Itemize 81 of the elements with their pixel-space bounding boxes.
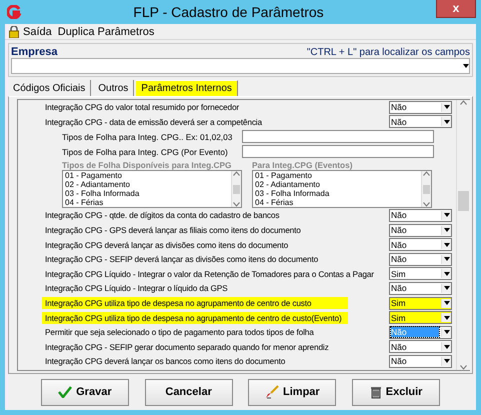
caret-down-icon xyxy=(444,316,450,320)
tab[interactable]: Códigos Oficiais xyxy=(8,80,92,96)
window-title: FLP - Cadastro de Parâmetros xyxy=(132,4,325,20)
setting-label: Permitir que seja selecionado o tipo de pagamento para todos tipos de folha xyxy=(44,326,315,338)
dropdown[interactable]: Não xyxy=(389,115,452,128)
caret-down-icon xyxy=(444,120,450,124)
field-label: Tipos de Folha para Integ. CPG (Por Evento) xyxy=(62,146,229,157)
menu-item[interactable]: Duplica Parâmetros xyxy=(58,26,154,38)
caret-down-icon xyxy=(444,359,450,364)
check-icon xyxy=(58,386,72,398)
action-button[interactable]: Cancelar xyxy=(144,378,233,406)
dropdown[interactable]: Não xyxy=(389,340,452,354)
search-hint: "CTRL + L" para localizar os campos xyxy=(306,46,470,58)
caret-down-icon xyxy=(444,228,450,232)
scroll-down-icon[interactable] xyxy=(233,202,240,208)
menu-item[interactable]: Saída xyxy=(9,26,52,38)
setting-label: Integração CPG - data de emissão deverá ser a competência xyxy=(44,116,264,128)
setting-label: Integração CPG Líquido - Integrar o líquido da GPS xyxy=(44,282,229,294)
caret-down-icon xyxy=(444,272,450,276)
app-logo-icon xyxy=(7,5,21,19)
close-button[interactable]: x xyxy=(436,0,476,18)
dropdown[interactable]: Não xyxy=(389,252,452,266)
caret-down-icon xyxy=(463,64,469,68)
list-item[interactable]: 01 - Pagamento xyxy=(65,171,231,180)
list-item[interactable]: 01 - Pagamento xyxy=(255,171,421,180)
lock-icon xyxy=(9,26,19,38)
dropdown[interactable]: Sim xyxy=(389,311,452,324)
setting-label: Integração CPG - SEFIP deverá lançar as divisões como itens do documento xyxy=(44,253,320,266)
scroll-down-icon[interactable] xyxy=(460,365,467,370)
dropdown[interactable]: Não xyxy=(389,238,452,252)
setting-label: Integração CPG do valor total resumido por fornecedor xyxy=(44,101,240,114)
action-button[interactable]: Limpar xyxy=(248,378,336,406)
dropdown[interactable]: Não xyxy=(389,208,452,222)
list-item[interactable]: 02 - Adiantamento xyxy=(65,180,231,190)
caret-down-icon xyxy=(444,257,450,262)
scroll-up-icon[interactable] xyxy=(423,171,430,176)
company-label: Empresa xyxy=(11,46,58,58)
setting-label: Integração CPG - qtde. de dígitos da conta do cadastro de bancos xyxy=(44,209,280,222)
setting-label: Integração CPG deverá lançar as divisões como itens do documento xyxy=(44,238,290,251)
dropdown[interactable]: Não xyxy=(389,354,452,368)
action-button[interactable]: Gravar xyxy=(40,378,129,406)
setting-label: Integração CPG deverá lançar os bancos como itens do documento xyxy=(44,355,286,368)
list-item[interactable]: 04 - Férias xyxy=(65,198,231,208)
action-button[interactable]: Excluir xyxy=(352,378,440,406)
setting-label: Integração CPG utiliza tipo de despesa no agrupamento de centro de custo(Evento) xyxy=(42,312,348,324)
list-box[interactable]: 01 - Pagamento 02 - Adiantamento 03 - Folha Informada 04 - Férias xyxy=(62,170,242,208)
scroll-down-icon[interactable] xyxy=(423,202,430,208)
dropdown[interactable]: Sim xyxy=(389,296,452,310)
list-item[interactable]: 03 - Folha Informada xyxy=(255,189,421,198)
scrollbar[interactable] xyxy=(456,100,470,370)
scrollbar-thumb[interactable] xyxy=(458,191,469,211)
tab[interactable]: Parâmetros Internos xyxy=(136,80,238,96)
dropdown[interactable]: Sim xyxy=(389,267,452,280)
setting-label: Integração CPG Líquido - Integrar o valor da Retenção de Tomadores para o Contas a Pagar xyxy=(44,268,375,280)
dropdown[interactable]: Não xyxy=(389,282,452,295)
scrollbar-thumb[interactable] xyxy=(233,184,240,194)
caret-down-icon xyxy=(444,213,450,218)
list-item[interactable]: 03 - Folha Informada xyxy=(65,189,231,198)
caret-down-icon xyxy=(444,286,450,290)
list-box[interactable]: 01 - Pagamento 02 - Adiantamento 03 - Folha Informada 04 - Férias xyxy=(252,170,432,208)
list-item[interactable]: 04 - Férias xyxy=(255,198,421,208)
dropdown[interactable]: Não xyxy=(389,100,452,114)
field-label: Tipos de Folha para Integ. CPG.. Ex: 01,02,03 xyxy=(62,132,234,142)
scroll-up-icon[interactable] xyxy=(233,171,240,176)
dropdown[interactable]: Não xyxy=(389,224,452,237)
scrollbar-thumb[interactable] xyxy=(423,184,430,194)
caret-down-icon xyxy=(444,344,450,349)
caret-down-icon xyxy=(444,105,450,110)
list-title: Tipos de Folha Disponíveis para Integ.CPG xyxy=(62,160,233,170)
trash-icon xyxy=(370,385,382,399)
caret-down-icon xyxy=(444,242,450,247)
list-title: Para Integ.CPG (Eventos) xyxy=(252,160,354,170)
caret-down-icon xyxy=(444,301,450,306)
brush-icon xyxy=(265,385,280,399)
caret-down-icon xyxy=(444,330,450,334)
scroll-up-icon[interactable] xyxy=(460,100,467,105)
list-item[interactable]: 02 - Adiantamento xyxy=(255,180,421,190)
tab[interactable]: Outros xyxy=(93,80,134,96)
setting-label: Integração CPG - SEFIP gerar documento separado quando for menor aprendiz xyxy=(44,340,330,353)
setting-label: Integração CPG - GPS deverá lançar as filiais como itens do documento xyxy=(44,224,302,236)
setting-label: Integração CPG utiliza tipo de despesa no agrupamento de centro de custo xyxy=(42,297,348,310)
